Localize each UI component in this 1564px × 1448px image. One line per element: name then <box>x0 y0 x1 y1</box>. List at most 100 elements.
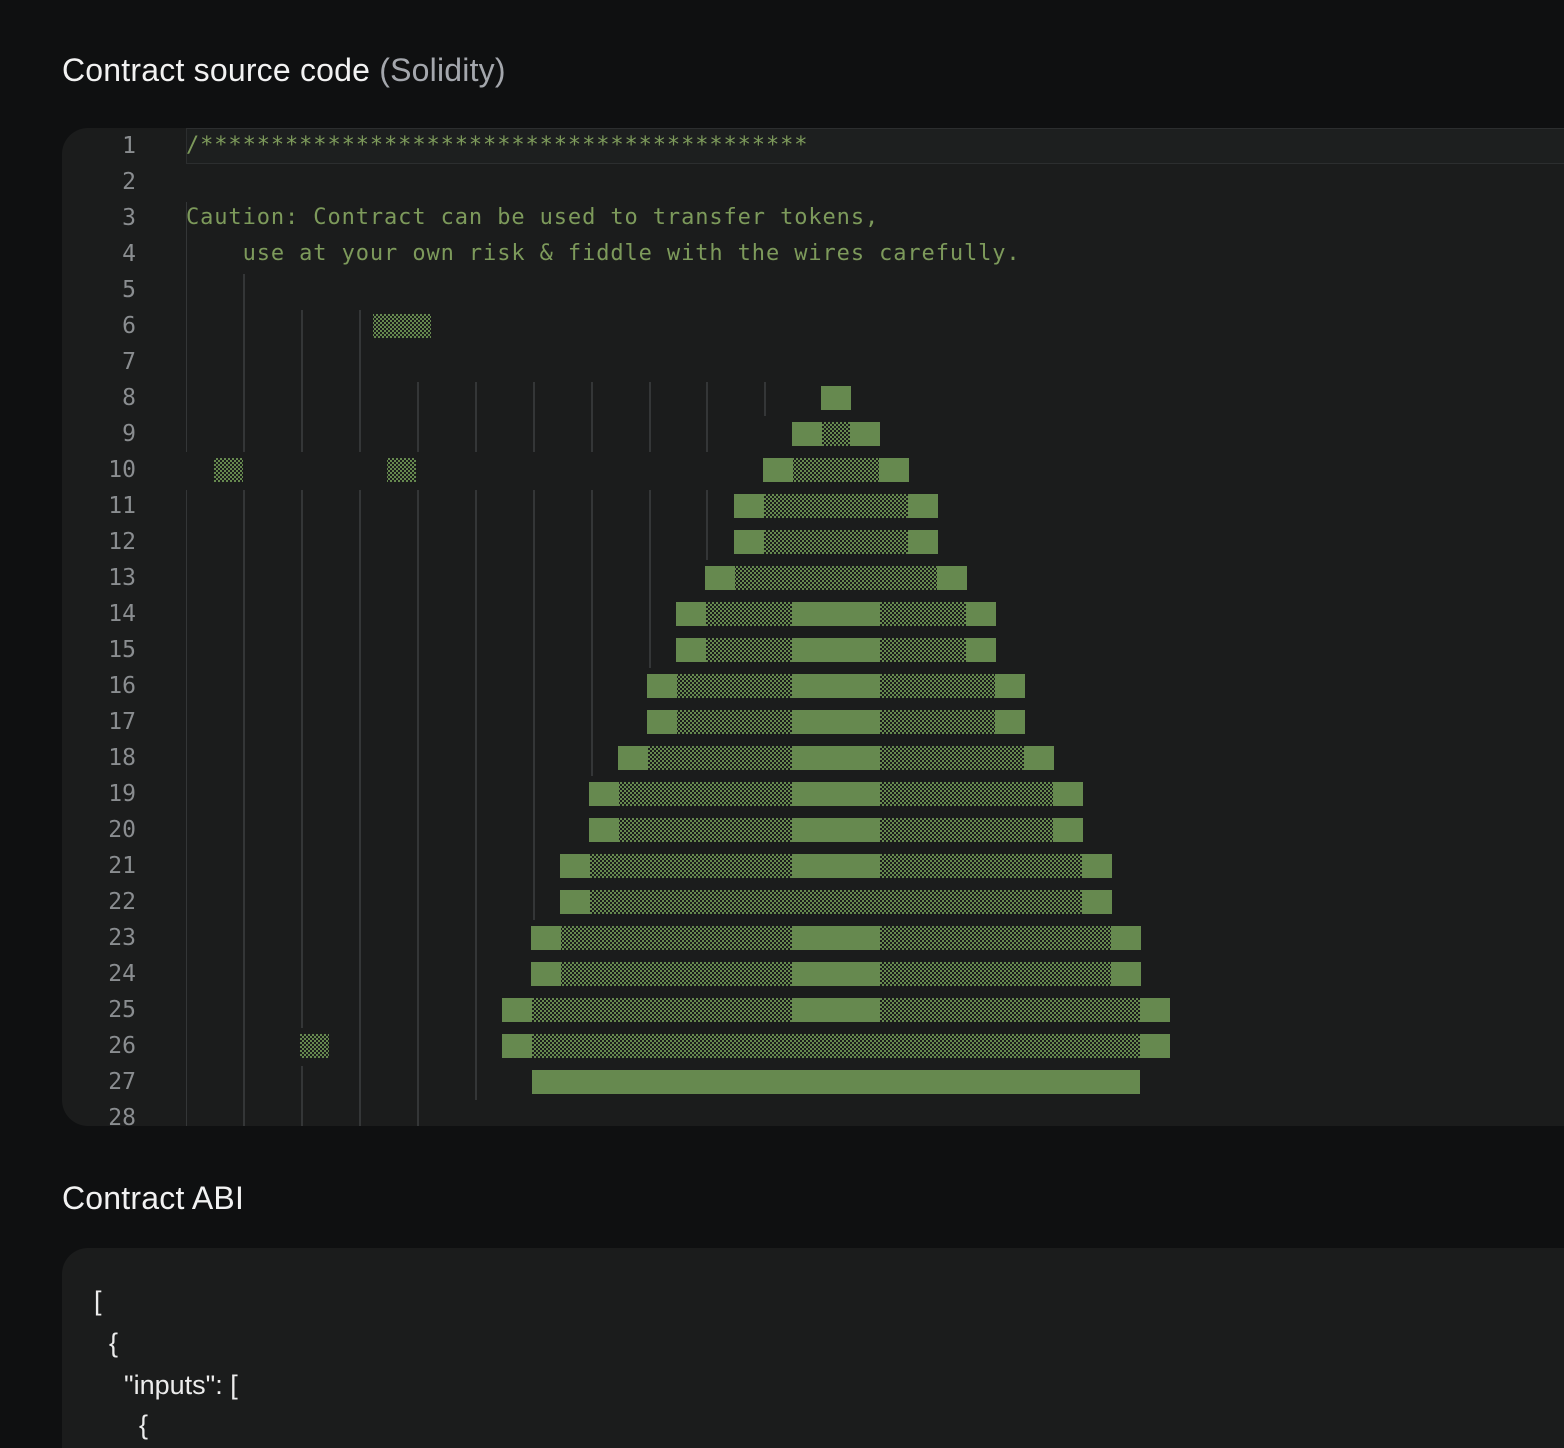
line-number: 5 <box>122 277 136 303</box>
pyramid-edge <box>792 422 822 446</box>
pyramid-edge <box>937 566 967 590</box>
pyramid-center-block <box>792 602 880 626</box>
pyramid-fill <box>590 890 1082 914</box>
pyramid-edge <box>763 458 793 482</box>
pyramid-edge <box>966 602 996 626</box>
pyramid-edge <box>647 710 677 734</box>
line-number: 7 <box>122 349 136 375</box>
abi-code-block[interactable]: [ { "inputs": [ { <box>62 1248 1564 1448</box>
pyramid-edge <box>589 818 619 842</box>
line-number-gutter: 1 2 3 4 5 6 7 8 9 10 11 12 13 14 15 16 17 18 19 20 21 22 23 24 2… <box>62 128 136 1126</box>
pyramid-fill <box>822 422 850 446</box>
pyramid-edge <box>1024 746 1054 770</box>
line-number: 22 <box>108 889 136 915</box>
pyramid-edge <box>1140 1034 1170 1058</box>
pyramid-apex <box>821 386 851 410</box>
abi-heading: Contract ABI <box>62 1180 245 1216</box>
line-number: 24 <box>108 961 136 987</box>
line-number: 25 <box>108 997 136 1023</box>
pyramid-fill <box>764 494 908 518</box>
pyramid-center-block <box>792 818 880 842</box>
pyramid-base <box>532 1070 1140 1094</box>
line-number: 15 <box>108 637 136 663</box>
line-number: 26 <box>108 1033 136 1059</box>
pyramid-center-block <box>792 926 880 950</box>
line-number: 3 <box>122 205 136 231</box>
pyramid-fill <box>764 530 908 554</box>
abi-line-3: "inputs": [ <box>94 1370 238 1400</box>
line-number: 23 <box>108 925 136 951</box>
pyramid-edge <box>1053 818 1083 842</box>
pyramid-edge <box>502 1034 532 1058</box>
line-number: 9 <box>122 421 136 447</box>
line-number: 20 <box>108 817 136 843</box>
pyramid-edge <box>734 494 764 518</box>
pyramid-edge <box>705 566 735 590</box>
stray-block <box>300 1034 329 1058</box>
source-code-heading: Contract source code (Solidity) <box>62 52 506 89</box>
pyramid-edge <box>589 782 619 806</box>
pyramid-center-block <box>792 962 880 986</box>
stray-block <box>214 458 243 482</box>
pyramid-edge <box>560 854 590 878</box>
code-area[interactable]: /***************************************… <box>186 128 1564 1126</box>
pyramid-edge <box>908 494 938 518</box>
pyramid-fill <box>735 566 937 590</box>
line-number: 21 <box>108 853 136 879</box>
pyramid-edge <box>676 638 706 662</box>
pyramid-edge <box>734 530 764 554</box>
line-number: 16 <box>108 673 136 699</box>
line-number: 11 <box>108 493 136 519</box>
pyramid-edge <box>966 638 996 662</box>
pyramid-edge <box>879 458 909 482</box>
pyramid-edge <box>995 710 1025 734</box>
pyramid-center-block <box>792 854 880 878</box>
line-number: 17 <box>108 709 136 735</box>
stray-block <box>373 314 431 338</box>
abi-line-1: [ <box>94 1286 102 1316</box>
pyramid-edge <box>531 926 561 950</box>
pyramid-edge <box>647 674 677 698</box>
pyramid-edge <box>1053 782 1083 806</box>
pyramid-edge <box>1082 854 1112 878</box>
pyramid-edge <box>531 962 561 986</box>
source-code-title: Contract source code <box>62 52 371 88</box>
line-number: 14 <box>108 601 136 627</box>
line-number: 27 <box>108 1069 136 1095</box>
pyramid-edge <box>908 530 938 554</box>
line-number: 1 <box>122 133 136 159</box>
pyramid-edge <box>560 890 590 914</box>
pyramid-center-block <box>792 782 880 806</box>
pyramid-center-block <box>792 674 880 698</box>
line-number: 8 <box>122 385 136 411</box>
pyramid-center-block <box>792 638 880 662</box>
line-number: 12 <box>108 529 136 555</box>
pyramid-edge <box>618 746 648 770</box>
pyramid-edge <box>1111 962 1141 986</box>
pyramid-edge <box>676 602 706 626</box>
pyramid-edge <box>1082 890 1112 914</box>
ascii-pyramid-art <box>186 202 1170 1126</box>
line-number: 4 <box>122 241 136 267</box>
pyramid-fill <box>532 1034 1140 1058</box>
source-code-editor[interactable]: 1 2 3 4 5 6 7 8 9 10 11 12 13 14 15 16 17 18 19 20 21 22 23 24 2… <box>62 128 1564 1126</box>
line-number: 13 <box>108 565 136 591</box>
pyramid-edge <box>1140 998 1170 1022</box>
pyramid-edge <box>995 674 1025 698</box>
line-number: 19 <box>108 781 136 807</box>
source-language-label: (Solidity) <box>379 52 506 88</box>
line-number: 2 <box>122 169 136 195</box>
abi-line-2: { <box>94 1328 119 1358</box>
pyramid-edge <box>850 422 880 446</box>
pyramid-center-block <box>792 710 880 734</box>
line-number: 28 <box>108 1105 136 1126</box>
pyramid-center-block <box>792 746 880 770</box>
stray-block <box>387 458 416 482</box>
line-number: 10 <box>108 457 136 483</box>
pyramid-fill <box>793 458 879 482</box>
pyramid-center-block <box>792 998 880 1022</box>
pyramid-edge <box>1111 926 1141 950</box>
abi-line-4: { <box>94 1410 149 1440</box>
line-number: 6 <box>122 313 136 339</box>
line-number: 18 <box>108 745 136 771</box>
